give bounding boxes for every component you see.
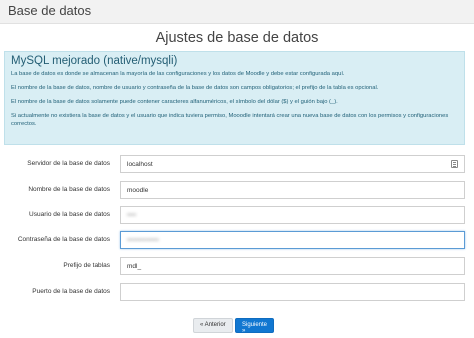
info-box: MySQL mejorado (native/mysqli) La base d…: [4, 51, 465, 145]
host-value: localhost: [127, 161, 153, 168]
user-label: Usuario de la base de datos: [29, 211, 110, 218]
dbname-label: Nombre de la base de datos: [28, 186, 110, 193]
info-paragraph: La base de datos es donde se almacenan l…: [11, 71, 345, 77]
info-paragraph: Si actualmente no existiera la base de d…: [11, 113, 449, 127]
prefix-row: Prefijo de tablas mdl_: [0, 257, 474, 277]
password-label: Contraseña de la base de datos: [17, 236, 110, 243]
user-value: ••••: [127, 212, 137, 219]
password-input[interactable]: ••••••••••••••: [120, 231, 465, 249]
prefix-label: Prefijo de tablas: [63, 262, 110, 269]
next-button[interactable]: Siguiente »: [235, 318, 274, 334]
app-title: Base de datos: [8, 3, 92, 18]
host-input[interactable]: localhost: [120, 155, 465, 173]
user-row: Usuario de la base de datos ••••: [0, 206, 474, 226]
port-input[interactable]: [120, 283, 465, 301]
prefix-value: mdl_: [127, 263, 142, 270]
dbname-row: Nombre de la base de datos moodle: [0, 181, 474, 201]
host-label: Servidor de la base de datos: [27, 160, 110, 167]
user-input[interactable]: ••••: [120, 206, 465, 224]
info-title: MySQL mejorado (native/mysqli): [11, 55, 178, 67]
password-value: ••••••••••••••: [127, 237, 159, 244]
info-paragraph: El nombre de la base de datos solamente …: [11, 99, 338, 105]
top-bar: Base de datos: [0, 0, 474, 24]
prefix-input[interactable]: mdl_: [120, 257, 465, 275]
dbname-value: moodle: [127, 187, 149, 194]
page-title: Ajustes de base de datos: [155, 30, 319, 46]
previous-button[interactable]: « Anterior: [193, 318, 233, 333]
port-row: Puerto de la base de datos: [0, 283, 474, 303]
password-row: Contraseña de la base de datos •••••••••…: [0, 231, 474, 251]
info-paragraph: El nombre de la base de datos, nombre de…: [11, 85, 379, 91]
autofill-icon[interactable]: [451, 160, 458, 168]
port-label: Puerto de la base de datos: [32, 288, 110, 295]
dbname-input[interactable]: moodle: [120, 181, 465, 199]
host-row: Servidor de la base de datos localhost: [0, 155, 474, 175]
